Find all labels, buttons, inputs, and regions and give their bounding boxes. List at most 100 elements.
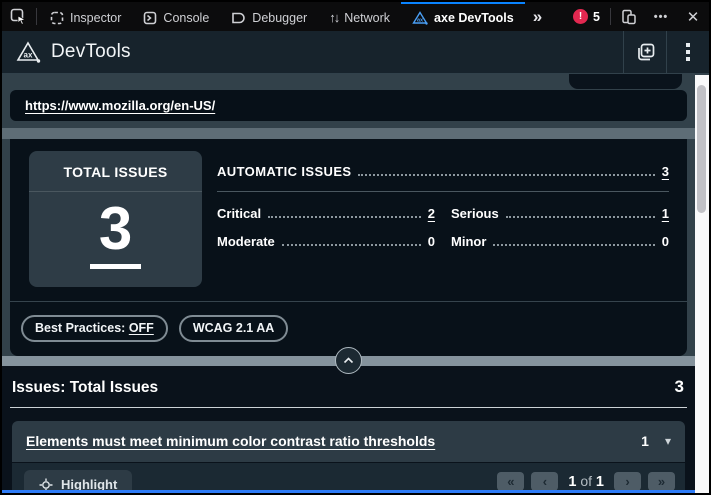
inspector-icon xyxy=(50,11,64,25)
total-issues-label: TOTAL ISSUES xyxy=(29,151,202,192)
tab-label: Debugger xyxy=(252,11,307,25)
best-practices-badge[interactable]: Best Practices: OFF xyxy=(21,315,168,342)
pick-element-icon xyxy=(10,8,27,25)
vertical-scrollbar-thumb[interactable] xyxy=(697,85,706,213)
error-icon: ! xyxy=(573,9,588,24)
axe-panel-content: https://www.mozilla.org/en-US/ TOTAL ISS… xyxy=(2,74,709,493)
serious-value[interactable]: 1 xyxy=(662,206,669,221)
tab-inspector[interactable]: Inspector xyxy=(39,2,132,31)
minor-value: 0 xyxy=(662,234,669,249)
pagination-last-button[interactable]: » xyxy=(648,472,675,491)
axe-tab-icon: ax xyxy=(412,11,428,25)
tabbar-separator xyxy=(36,8,37,25)
window-bottom-accent xyxy=(2,490,695,493)
issue-accordion-header[interactable]: Elements must meet minimum color contras… xyxy=(12,421,685,462)
svg-text:ax: ax xyxy=(417,17,424,23)
issues-breakdown: AUTOMATIC ISSUES 3 Critical 2 xyxy=(217,164,669,249)
pagination-status: 1 of 1 xyxy=(568,473,604,490)
devtools-tabbar: Inspector Console Debugger ↑↓ Network ax xyxy=(2,2,709,31)
summary-panel: TOTAL ISSUES 3 AUTOMATIC ISSUES 3 Criti xyxy=(10,139,687,356)
tab-debugger[interactable]: Debugger xyxy=(220,2,318,31)
axe-header-title: DevTools xyxy=(51,41,131,63)
svg-text:ax: ax xyxy=(24,51,33,60)
scroll-area: https://www.mozilla.org/en-US/ TOTAL ISS… xyxy=(2,74,695,493)
caret-down-icon: ▾ xyxy=(665,434,671,448)
dotted-leader xyxy=(506,216,655,218)
vertical-scrollbar-track[interactable] xyxy=(695,75,709,493)
total-issues-card: TOTAL ISSUES 3 xyxy=(29,151,202,287)
issue-count: 1 xyxy=(641,433,649,449)
dotted-leader xyxy=(282,244,421,246)
best-practices-state: OFF xyxy=(129,321,154,335)
meatball-icon: ••• xyxy=(654,11,669,23)
severity-row-critical: Critical 2 xyxy=(217,206,435,221)
responsive-design-mode-button[interactable] xyxy=(613,2,645,31)
issue-accordion-body: Highlight « ‹ 1 of 1 › » xyxy=(12,463,685,493)
axe-logo-icon: ax xyxy=(15,40,42,64)
issues-heading: Issues: Total Issues xyxy=(12,379,158,397)
new-scan-icon xyxy=(635,42,656,63)
tabbar-spacer xyxy=(550,2,565,31)
responsive-design-icon xyxy=(621,9,637,25)
severity-grid: Critical 2 Serious 1 Moderate xyxy=(217,206,669,249)
collapse-divider-band xyxy=(2,356,695,366)
tab-label: axe DevTools xyxy=(434,11,514,25)
critical-value[interactable]: 2 xyxy=(428,206,435,221)
serious-label: Serious xyxy=(451,206,499,221)
devtools-window: Inspector Console Debugger ↑↓ Network ax xyxy=(2,2,709,493)
tab-label: Console xyxy=(163,11,209,25)
console-icon xyxy=(143,11,157,25)
new-scan-button[interactable] xyxy=(623,31,666,73)
collapse-summary-button[interactable] xyxy=(335,347,362,374)
dotted-leader xyxy=(268,216,421,218)
critical-label: Critical xyxy=(217,206,261,221)
error-count-button[interactable]: ! 5 xyxy=(565,2,608,31)
axe-options-button[interactable] xyxy=(666,31,709,73)
issues-total-count: 3 xyxy=(675,377,684,397)
breakdown-divider xyxy=(217,191,669,192)
best-practices-prefix: Best Practices: xyxy=(35,321,129,335)
tab-axe-devtools[interactable]: ax axe DevTools xyxy=(401,2,525,31)
section-divider-band xyxy=(2,128,695,139)
tab-network[interactable]: ↑↓ Network xyxy=(318,2,401,31)
scanned-url-bar: https://www.mozilla.org/en-US/ xyxy=(10,90,687,121)
axe-header: ax DevTools xyxy=(2,31,709,74)
wcag-badge[interactable]: WCAG 2.1 AA xyxy=(179,315,289,342)
error-count: 5 xyxy=(593,10,600,24)
pagination-next-button[interactable]: › xyxy=(614,472,641,491)
minor-label: Minor xyxy=(451,234,486,249)
total-issues-value[interactable]: 3 xyxy=(90,196,141,269)
network-icon: ↑↓ xyxy=(329,10,338,25)
automatic-issues-row: AUTOMATIC ISSUES 3 xyxy=(217,164,669,179)
kebab-menu-icon xyxy=(685,42,691,62)
pagination-current: 1 xyxy=(568,474,576,490)
tab-console[interactable]: Console xyxy=(132,2,220,31)
issue-pagination: « ‹ 1 of 1 › » xyxy=(497,470,675,491)
automatic-issues-value[interactable]: 3 xyxy=(662,164,669,179)
chevron-up-icon xyxy=(343,357,354,364)
pagination-first-button[interactable]: « xyxy=(497,472,524,491)
clipped-scrolled-element xyxy=(569,74,682,89)
pagination-total: 1 xyxy=(596,474,604,490)
pagination-of-label: of xyxy=(580,473,592,489)
tab-label: Network xyxy=(344,11,390,25)
tab-overflow-button[interactable]: » xyxy=(525,2,550,31)
issues-section: Issues: Total Issues 3 Elements must mee… xyxy=(2,366,695,493)
issue-title-link[interactable]: Elements must meet minimum color contras… xyxy=(26,433,631,449)
severity-row-serious: Serious 1 xyxy=(451,206,669,221)
close-icon: ✕ xyxy=(687,8,700,26)
tab-label: Inspector xyxy=(70,11,121,25)
moderate-label: Moderate xyxy=(217,234,275,249)
pick-element-button[interactable] xyxy=(2,2,34,31)
pagination-prev-button[interactable]: ‹ xyxy=(531,472,558,491)
dotted-leader xyxy=(358,174,654,176)
close-devtools-button[interactable]: ✕ xyxy=(677,2,709,31)
issues-heading-divider xyxy=(10,407,687,408)
automatic-issues-label: AUTOMATIC ISSUES xyxy=(217,164,351,179)
wcag-label: WCAG 2.1 AA xyxy=(193,321,275,335)
devtools-menu-button[interactable]: ••• xyxy=(645,2,677,31)
moderate-value: 0 xyxy=(428,234,435,249)
severity-row-moderate: Moderate 0 xyxy=(217,234,435,249)
debugger-icon xyxy=(231,11,246,25)
scanned-url-link[interactable]: https://www.mozilla.org/en-US/ xyxy=(25,98,215,113)
